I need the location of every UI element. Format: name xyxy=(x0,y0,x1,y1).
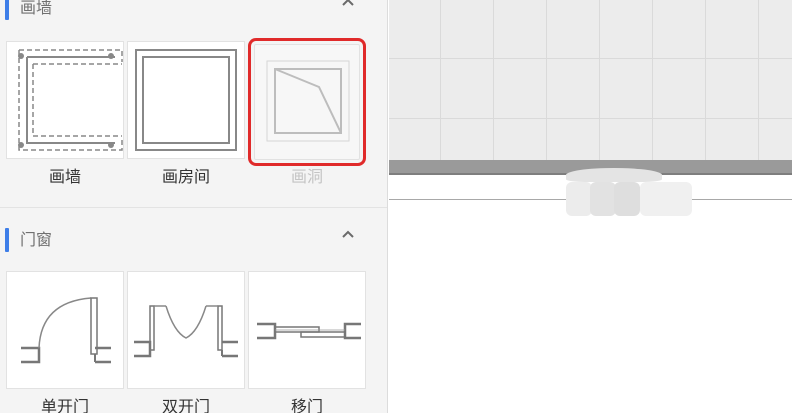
tool-label-double-door: 双开门 xyxy=(161,397,210,413)
section-accent-bar xyxy=(5,228,9,252)
draw-opening-icon xyxy=(266,60,350,142)
section-accent-bar xyxy=(5,0,9,20)
redacted-region xyxy=(590,182,616,216)
tool-label-draw-room: 画房间 xyxy=(161,167,210,186)
section-title-wall: 画墙 xyxy=(20,0,53,17)
draw-wall-icon xyxy=(18,49,123,151)
redacted-region xyxy=(640,182,692,216)
tool-double-door[interactable] xyxy=(127,271,245,389)
sliding-door-icon xyxy=(257,322,361,340)
tool-draw-wall[interactable] xyxy=(6,41,124,159)
draw-room-icon xyxy=(135,49,237,151)
tool-draw-opening[interactable] xyxy=(248,38,366,166)
section-divider xyxy=(0,207,387,208)
section-title-doors-windows: 门窗 xyxy=(20,230,53,249)
chevron-up-icon[interactable] xyxy=(340,226,356,242)
floorplan-canvas-grid[interactable] xyxy=(389,0,792,160)
tool-label-single-door: 单开门 xyxy=(40,397,89,413)
redacted-region xyxy=(566,168,662,182)
section-header-doors-windows[interactable]: 门窗 xyxy=(0,224,387,254)
tool-label-draw-wall: 画墙 xyxy=(48,167,81,186)
redacted-region xyxy=(566,182,592,216)
double-door-icon xyxy=(134,305,238,358)
tool-sidebar: 画墙 画墙 画房间 画洞 门窗 单开门 双开门 移门 xyxy=(0,0,388,413)
single-door-icon xyxy=(21,297,111,364)
chevron-up-icon[interactable] xyxy=(340,0,356,10)
tool-single-door[interactable] xyxy=(6,271,124,389)
tool-sliding-door[interactable] xyxy=(248,271,366,389)
tool-label-draw-opening: 画洞 xyxy=(290,167,323,186)
tool-draw-room[interactable] xyxy=(127,41,245,159)
redacted-region xyxy=(614,182,640,216)
section-header-wall[interactable]: 画墙 xyxy=(0,0,387,22)
tool-label-sliding-door: 移门 xyxy=(290,397,323,413)
